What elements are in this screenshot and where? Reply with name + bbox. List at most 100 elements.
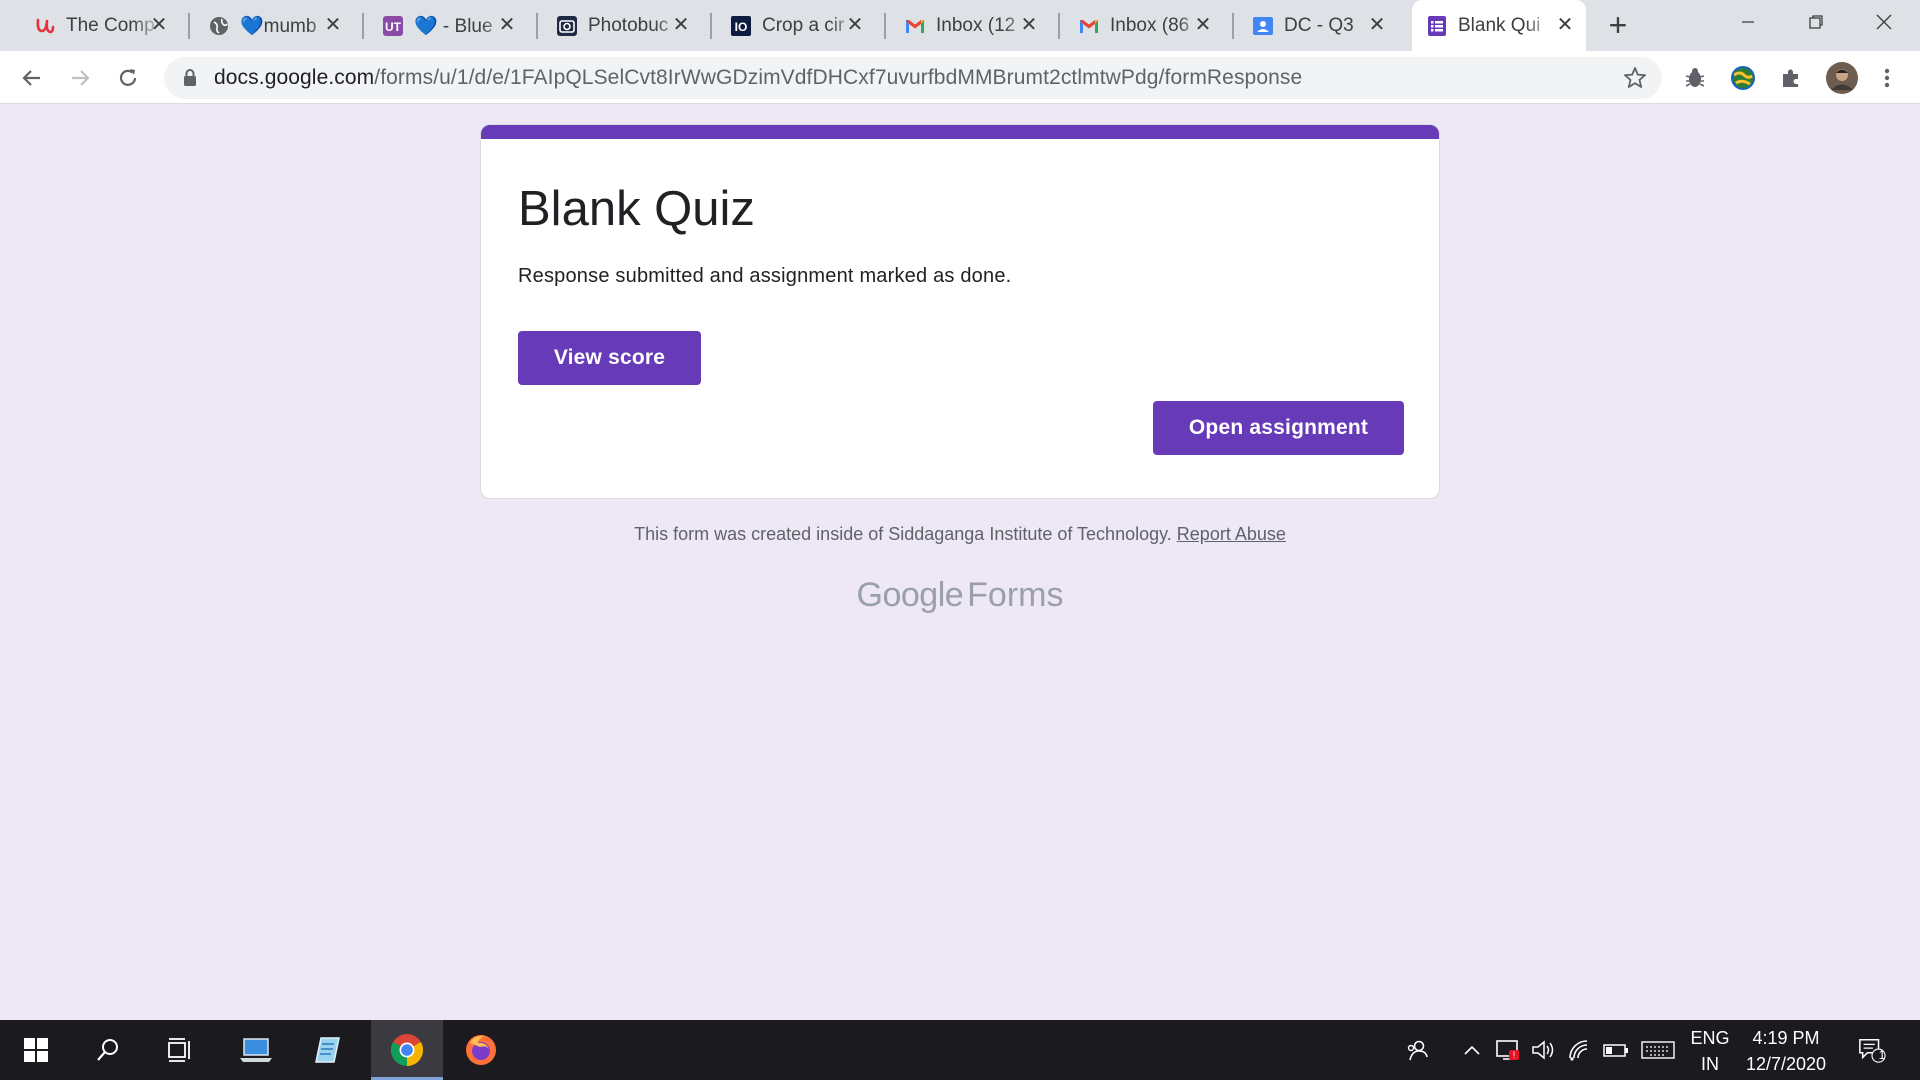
close-icon[interactable]: ✕ <box>322 14 344 36</box>
close-window-button[interactable] <box>1850 0 1918 44</box>
puzzle-extensions-icon[interactable] <box>1777 64 1805 92</box>
u-logo-icon <box>34 15 56 37</box>
tab-separator <box>710 13 712 39</box>
browser-tab[interactable]: Inbox (86 ✕ <box>1064 0 1224 51</box>
browser-tab[interactable]: Photobuc ✕ <box>542 0 702 51</box>
close-icon[interactable]: ✕ <box>1018 14 1040 36</box>
restore-icon <box>1809 15 1823 29</box>
language-indicator-top[interactable]: ENG <box>1688 1028 1732 1049</box>
clock-date[interactable]: 12/7/2020 <box>1740 1054 1832 1075</box>
browser-tab[interactable]: 💙mumb ✕ <box>194 0 354 51</box>
bug-extension-icon[interactable] <box>1681 64 1709 92</box>
volume-icon[interactable] <box>1530 1036 1558 1064</box>
classroom-icon <box>1252 15 1274 37</box>
battery-icon[interactable] <box>1602 1036 1630 1064</box>
restore-button[interactable] <box>1782 0 1850 44</box>
view-score-button[interactable]: View score <box>518 331 701 385</box>
gmail-icon <box>1078 15 1100 37</box>
reload-icon <box>119 69 137 86</box>
url-host: docs.google.com <box>214 66 375 89</box>
browser-tab[interactable]: The Comp ✕ <box>20 0 180 51</box>
tab-separator <box>362 13 364 39</box>
tab-separator <box>1058 13 1060 39</box>
close-icon[interactable]: ✕ <box>1554 14 1576 36</box>
lock-icon <box>182 68 198 93</box>
browser-tab[interactable]: DC - Q3 ✕ <box>1238 0 1398 51</box>
svg-text:!: ! <box>1513 1050 1516 1060</box>
new-tab-button[interactable]: + <box>1602 9 1634 42</box>
close-window-icon <box>1876 14 1892 30</box>
form-card: Blank Quiz Response submitted and assign… <box>480 124 1440 499</box>
notification-count-badge: 1 <box>1878 1048 1886 1062</box>
tab-title: Blank Qui <box>1458 14 1541 36</box>
language-indicator-bottom[interactable]: IN <box>1688 1054 1732 1075</box>
notepad-app-button[interactable] <box>292 1020 364 1080</box>
search-button[interactable] <box>72 1020 144 1080</box>
close-icon[interactable]: ✕ <box>670 14 692 36</box>
notepad-icon <box>315 1037 340 1063</box>
reload-button[interactable] <box>110 60 146 96</box>
confirmation-message: Response submitted and assignment marked… <box>518 265 1012 287</box>
address-bar[interactable]: docs.google.com/forms/u/1/d/e/1FAIpQLSel… <box>164 57 1662 99</box>
close-icon[interactable]: ✕ <box>844 14 866 36</box>
close-icon[interactable]: ✕ <box>496 14 518 36</box>
card-accent-bar <box>481 125 1439 139</box>
tab-separator <box>1232 13 1234 39</box>
tab-separator <box>884 13 886 39</box>
close-icon[interactable]: ✕ <box>148 14 170 36</box>
url-path: /forms/u/1/d/e/1FAIpQLSelCvt8IrWwGDzimVd… <box>374 66 1303 89</box>
ut-logo-icon: UT <box>382 15 404 37</box>
logo-forms-text: Forms <box>967 576 1064 614</box>
security-alert-icon[interactable]: ! <box>1494 1036 1522 1064</box>
gmail-icon <box>904 15 926 37</box>
back-button[interactable] <box>14 60 50 96</box>
firefox-app-button[interactable] <box>445 1020 517 1080</box>
bookmark-star-icon[interactable] <box>1622 65 1648 96</box>
browser-toolbar: docs.google.com/forms/u/1/d/e/1FAIpQLSel… <box>0 51 1920 104</box>
globe-extension-icon[interactable] <box>1729 64 1757 92</box>
chevron-up-icon[interactable] <box>1458 1036 1486 1064</box>
svg-text:UT: UT <box>385 20 402 34</box>
chrome-icon <box>390 1034 424 1066</box>
keyboard-icon[interactable] <box>1640 1036 1676 1064</box>
more-menu-icon[interactable] <box>1873 64 1901 92</box>
back-arrow-icon <box>22 70 40 86</box>
people-icon[interactable] <box>1403 1036 1431 1064</box>
minimize-button[interactable] <box>1714 0 1782 44</box>
browser-tab[interactable]: IO Crop a cir ✕ <box>716 0 876 51</box>
notification-center-icon[interactable]: 1 <box>1858 1036 1886 1064</box>
forward-button[interactable] <box>62 60 98 96</box>
task-view-button[interactable] <box>144 1020 216 1080</box>
io-logo-icon: IO <box>730 15 752 37</box>
browser-tab[interactable]: Inbox (12 ✕ <box>890 0 1050 51</box>
tab-separator <box>188 13 190 39</box>
clock-time[interactable]: 4:19 PM <box>1740 1028 1832 1049</box>
chrome-app-button[interactable] <box>371 1020 443 1080</box>
laptop-icon <box>240 1038 272 1062</box>
close-icon[interactable]: ✕ <box>1192 14 1214 36</box>
logo-google-text: Google <box>856 576 964 614</box>
browser-tab-active[interactable]: Blank Qui ✕ <box>1412 0 1586 51</box>
start-button[interactable] <box>0 1020 72 1080</box>
browser-tabstrip: The Comp ✕ 💙mumb ✕ UT 💙 - Blue ✕ Photobu… <box>0 0 1920 51</box>
svg-text:IO: IO <box>735 20 748 34</box>
search-icon <box>97 1039 118 1061</box>
report-abuse-link[interactable]: Report Abuse <box>1177 524 1286 544</box>
open-assignment-button[interactable]: Open assignment <box>1153 401 1404 455</box>
windows-taskbar: ! ENG IN 4:19 PM 12/7/2020 1 <box>0 1020 1920 1080</box>
camera-icon <box>556 15 578 37</box>
windows-logo-icon <box>24 1038 48 1062</box>
close-icon[interactable]: ✕ <box>1366 14 1388 36</box>
tab-separator <box>536 13 538 39</box>
task-view-icon <box>168 1038 190 1062</box>
footer-created-text: This form was created inside of Siddagan… <box>634 524 1172 544</box>
browser-tab[interactable]: UT 💙 - Blue ✕ <box>368 0 528 51</box>
forms-icon <box>1426 15 1448 37</box>
wifi-icon[interactable] <box>1566 1036 1594 1064</box>
url-text: docs.google.com/forms/u/1/d/e/1FAIpQLSel… <box>214 66 1302 90</box>
profile-avatar[interactable] <box>1825 61 1859 95</box>
globe-icon <box>208 15 230 37</box>
google-forms-logo[interactable]: Google Forms <box>480 576 1440 615</box>
minimize-icon <box>1742 21 1754 23</box>
laptop-app-button[interactable] <box>220 1020 292 1080</box>
